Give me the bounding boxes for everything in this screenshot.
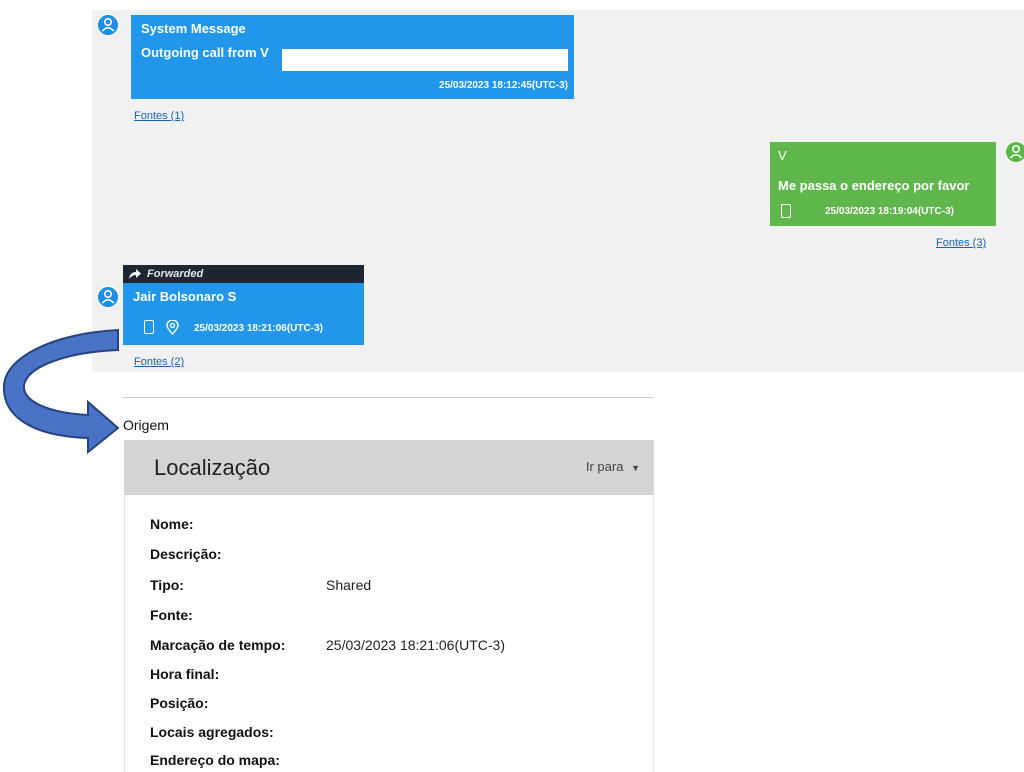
field-label: Posição: bbox=[150, 695, 209, 711]
user-avatar-icon bbox=[97, 286, 119, 308]
origin-label: Origem bbox=[123, 417, 169, 433]
divider bbox=[122, 397, 654, 398]
field-label: Hora final: bbox=[150, 666, 220, 682]
forward-arrow-icon bbox=[129, 269, 141, 279]
phone-icon bbox=[144, 320, 154, 334]
message-timestamp: 25/03/2023 18:19:04(UTC-3) bbox=[825, 206, 954, 217]
system-message-bubble: System Message Outgoing call from V 25/0… bbox=[131, 15, 574, 99]
field-value: Shared bbox=[326, 577, 372, 593]
field-label: Marcação de tempo: bbox=[150, 637, 286, 653]
field-label: Endereço do mapa: bbox=[150, 752, 280, 768]
location-pin-icon bbox=[166, 320, 179, 335]
curved-arrow-icon bbox=[2, 328, 120, 455]
panel-title: Localização bbox=[154, 455, 271, 480]
phone-icon bbox=[781, 204, 791, 218]
outgoing-message-bubble: V Me passa o endereço por favor 25/03/20… bbox=[770, 142, 996, 226]
redacted-area bbox=[282, 49, 568, 71]
location-panel-header: Localização Ir para ▼ bbox=[124, 440, 654, 495]
field-label: Descrição: bbox=[150, 546, 222, 562]
sources-link[interactable]: Fontes (1) bbox=[134, 110, 184, 122]
caret-down-icon: ▼ bbox=[631, 463, 640, 473]
field-label: Nome: bbox=[150, 516, 194, 532]
forwarded-banner: Forwarded bbox=[123, 265, 364, 283]
message-sender: Jair Bolsonaro S bbox=[133, 289, 237, 304]
field-label: Locais agregados: bbox=[150, 724, 274, 740]
field-value: 25/03/2023 18:21:06(UTC-3) bbox=[326, 637, 505, 653]
forwarded-message-bubble: Jair Bolsonaro S 25/03/2023 18:21:06(UTC… bbox=[123, 283, 364, 345]
sources-link[interactable]: Fontes (2) bbox=[134, 356, 184, 368]
user-avatar-icon bbox=[1005, 141, 1024, 163]
message-text: Me passa o endereço por favor bbox=[778, 178, 970, 193]
go-to-label: Ir para bbox=[585, 459, 624, 474]
message-sender: V bbox=[778, 148, 787, 163]
message-timestamp: 25/03/2023 18:21:06(UTC-3) bbox=[194, 323, 323, 334]
field-label: Tipo: bbox=[150, 577, 184, 593]
forwarded-label: Forwarded bbox=[147, 268, 204, 280]
go-to-dropdown[interactable]: Ir para ▼ bbox=[586, 459, 640, 474]
sources-link[interactable]: Fontes (3) bbox=[936, 237, 986, 249]
user-avatar-icon bbox=[97, 14, 119, 36]
message-text: Outgoing call from V bbox=[141, 45, 269, 60]
message-sender: System Message bbox=[141, 21, 246, 36]
message-timestamp: 25/03/2023 18:12:45(UTC-3) bbox=[439, 80, 568, 91]
field-label: Fonte: bbox=[150, 607, 193, 623]
